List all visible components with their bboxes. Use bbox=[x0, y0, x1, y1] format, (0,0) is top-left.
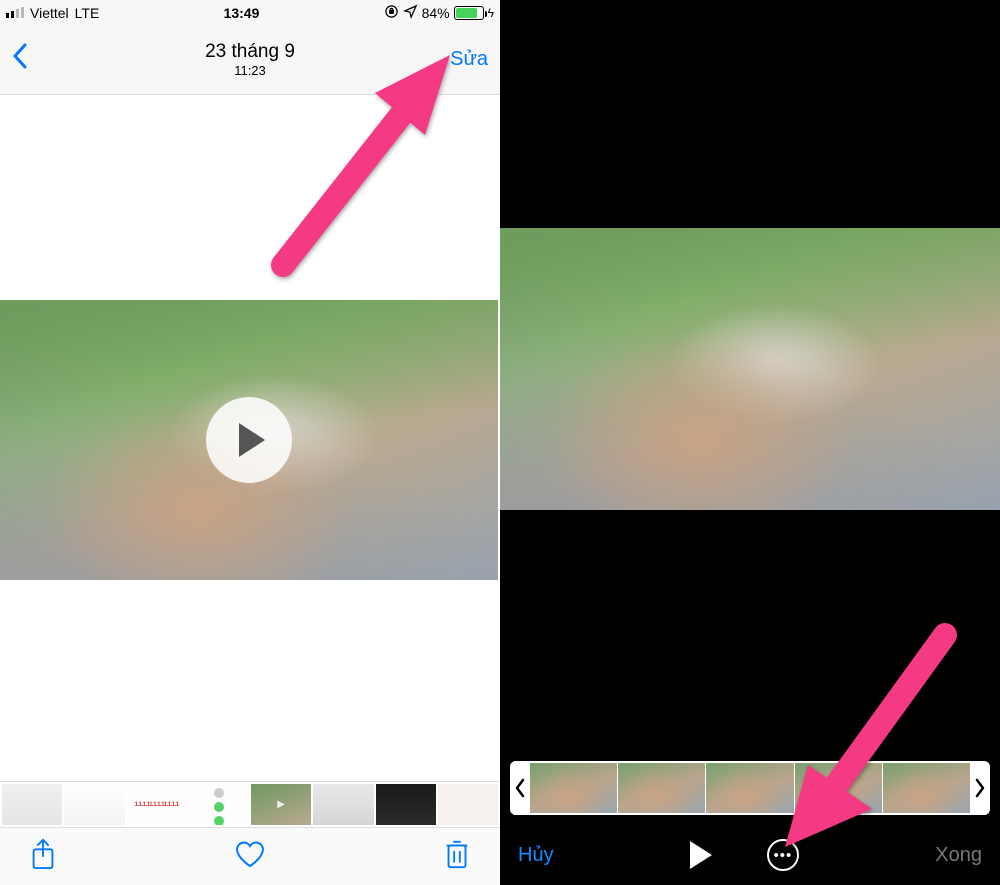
play-icon[interactable] bbox=[690, 841, 712, 869]
play-icon[interactable] bbox=[206, 397, 292, 483]
nav-title-date: 23 tháng 9 bbox=[0, 41, 500, 63]
trim-frame bbox=[530, 763, 617, 813]
trash-icon[interactable] bbox=[444, 838, 470, 875]
ellipsis-icon: ••• bbox=[774, 847, 793, 864]
status-bar: Viettel LTE 13:49 84% ϟ bbox=[0, 0, 500, 25]
bottom-toolbar bbox=[0, 827, 500, 885]
battery-icon bbox=[454, 6, 484, 20]
scrubber-thumb[interactable] bbox=[251, 784, 311, 825]
nav-bar: 23 tháng 9 11:23 Sửa bbox=[0, 25, 500, 95]
charging-icon: ϟ bbox=[488, 6, 494, 20]
location-icon bbox=[403, 4, 418, 22]
video-editor-screen: Hủy ••• Xong bbox=[500, 0, 1000, 885]
done-button[interactable]: Xong bbox=[935, 844, 982, 867]
scrubber-thumb[interactable]: 1.1.1.11.1.1.11.1.1.1 bbox=[127, 784, 187, 825]
nav-title: 23 tháng 9 11:23 bbox=[0, 41, 500, 78]
trim-bar[interactable] bbox=[510, 761, 990, 815]
carrier-label: Viettel bbox=[30, 5, 69, 21]
trim-handle-right[interactable] bbox=[970, 761, 990, 815]
trim-frame bbox=[883, 763, 970, 813]
scrubber-thumb[interactable] bbox=[376, 784, 436, 825]
editor-bottom-bar: Hủy ••• Xong bbox=[500, 825, 1000, 885]
trim-handle-left[interactable] bbox=[510, 761, 530, 815]
signal-icon bbox=[6, 7, 24, 18]
scrubber-thumb[interactable] bbox=[189, 784, 249, 825]
scrubber-thumb[interactable] bbox=[64, 784, 124, 825]
scrubber-thumb[interactable] bbox=[438, 784, 498, 825]
network-label: LTE bbox=[75, 5, 100, 21]
battery-pct-label: 84% bbox=[422, 5, 450, 21]
scrubber-thumb[interactable] bbox=[313, 784, 373, 825]
trim-frame bbox=[795, 763, 882, 813]
trim-frame bbox=[618, 763, 705, 813]
photos-viewer-screen: Viettel LTE 13:49 84% ϟ 23 tháng 9 11:23… bbox=[0, 0, 500, 885]
share-icon[interactable] bbox=[30, 838, 56, 875]
favorite-icon[interactable] bbox=[233, 839, 267, 874]
edit-button[interactable]: Sửa bbox=[450, 48, 488, 71]
editor-video-preview[interactable] bbox=[500, 228, 1000, 510]
cancel-button[interactable]: Hủy bbox=[518, 844, 554, 867]
back-button[interactable] bbox=[12, 43, 28, 76]
trim-frames[interactable] bbox=[530, 761, 970, 815]
clock-label: 13:49 bbox=[224, 5, 260, 21]
trim-frame bbox=[706, 763, 793, 813]
nav-title-time: 11:23 bbox=[0, 63, 500, 78]
photo-scrubber[interactable]: 1.1.1.11.1.1.11.1.1.1 bbox=[0, 781, 500, 827]
more-button[interactable]: ••• bbox=[767, 839, 799, 871]
video-preview[interactable] bbox=[0, 300, 498, 580]
rotation-lock-icon bbox=[384, 4, 399, 22]
scrubber-thumb[interactable] bbox=[2, 784, 62, 825]
